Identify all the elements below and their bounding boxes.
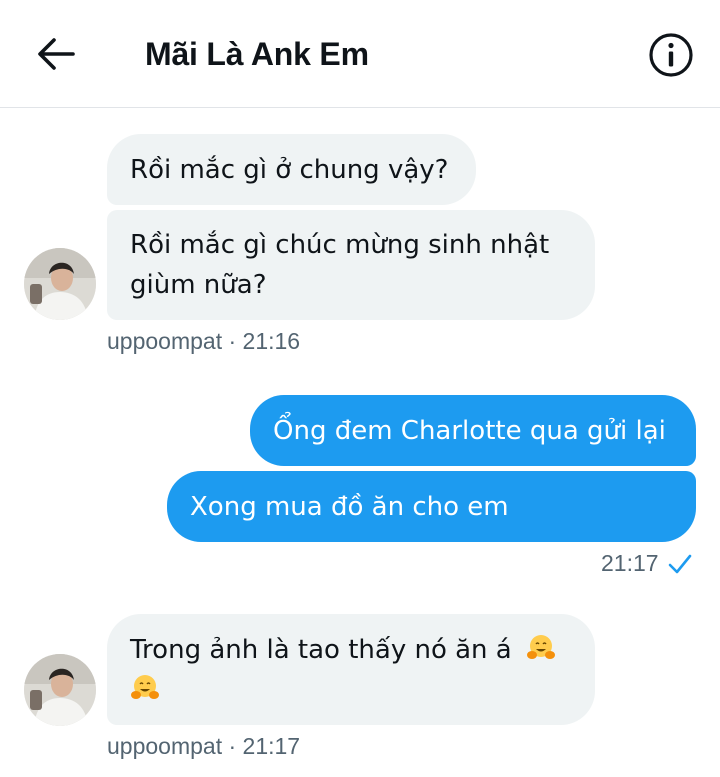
message-content: Trong ảnh là tao thấy nó ăn á	[130, 630, 556, 710]
conversation-header: Mãi Là Ank Em	[0, 0, 720, 108]
dm-conversation: Mãi Là Ank Em Rồi mắc gì ở chung vậy? Rồ…	[0, 0, 720, 777]
avatar-photo	[24, 248, 96, 320]
incoming-message[interactable]: Rồi mắc gì chúc mừng sinh nhật giùm nữa?	[107, 210, 595, 320]
outgoing-message[interactable]: Xong mua đồ ăn cho em	[167, 471, 696, 542]
message-text: Rồi mắc gì ở chung vậy?	[130, 154, 449, 185]
message-text: Rồi mắc gì chúc mừng sinh nhật giùm nữa?	[130, 230, 550, 300]
message-meta: uppoompat · 21:17	[107, 733, 301, 759]
incoming-message[interactable]: Rồi mắc gì ở chung vậy?	[107, 134, 476, 205]
arrow-left-icon	[38, 38, 75, 70]
read-check-icon	[668, 554, 691, 573]
outgoing-message[interactable]: Ổng đem Charlotte qua gửi lại	[250, 395, 696, 466]
hugging-face-emoji	[527, 634, 555, 659]
message-meta: uppoompat · 21:16	[107, 328, 301, 354]
incoming-message[interactable]: Trong ảnh là tao thấy nó ăn á	[107, 614, 595, 725]
message-text: Xong mua đồ ăn cho em	[190, 491, 509, 522]
message-text: Trong ảnh là tao thấy nó ăn á	[130, 634, 512, 665]
avatar[interactable]	[24, 654, 96, 726]
avatar-photo	[24, 654, 96, 726]
outgoing-meta: 21:17	[601, 550, 693, 577]
back-button[interactable]	[30, 32, 82, 76]
avatar[interactable]	[24, 248, 96, 320]
conversation-title[interactable]: Mãi Là Ank Em	[145, 32, 369, 76]
message-time: 21:17	[601, 550, 659, 576]
hugging-face-emoji	[131, 674, 159, 699]
message-text: Ổng đem Charlotte qua gửi lại	[273, 415, 666, 446]
info-button[interactable]	[646, 30, 696, 80]
info-circle-icon	[649, 33, 693, 77]
